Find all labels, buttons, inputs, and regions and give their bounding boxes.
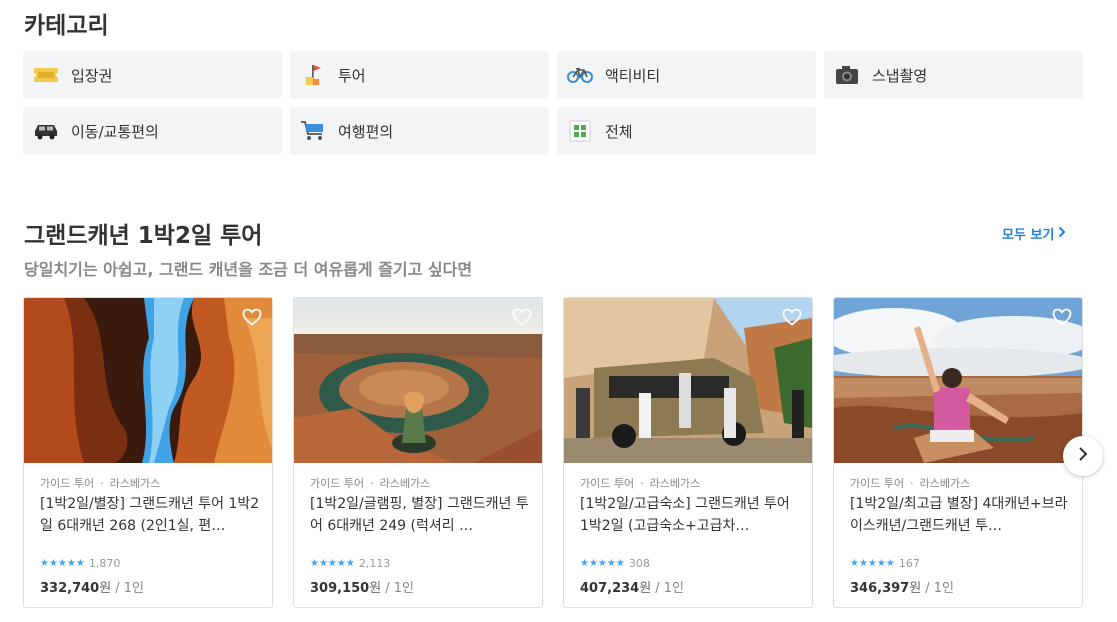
product-card[interactable]: 가이드 투어 · 라스베가스 [1박2일/고급숙소] 그랜드캐년 투어 1박2일 (… xyxy=(563,297,813,608)
product-image-van-group xyxy=(564,298,812,463)
bicycle-icon xyxy=(567,62,593,88)
category-tour[interactable]: 투어 xyxy=(290,51,549,99)
product-card[interactable]: 가이드 투어 · 라스베가스 [1박2일/별장] 그랜드캐년 투어 1박2일 6대캐… xyxy=(23,297,273,608)
chevron-right-icon xyxy=(1058,226,1066,242)
star-rating-icon: ★★★★★ xyxy=(850,558,895,569)
product-price: 407,234원/ 1인 xyxy=(580,581,684,596)
product-title: [1박2일/최고급 별장] 4대캐년+브라이스캐년/그랜드캐년 투… xyxy=(850,496,1068,534)
tour-section-subtitle: 당일치기는 아쉽고, 그랜드 캐년을 조금 더 여유롭게 즐기고 싶다면 xyxy=(24,260,473,279)
category-activity[interactable]: 액티비티 xyxy=(557,51,816,99)
product-meta: 가이드 투어 · 라스베가스 xyxy=(310,477,431,490)
product-card[interactable]: 가이드 투어 · 라스베가스 [1박2일/글램핑, 별장] 그랜드캐년 투어 6대캐… xyxy=(293,297,543,608)
ticket-icon xyxy=(33,62,59,88)
flag-icon xyxy=(300,62,326,88)
tour-section-title: 그랜드캐년 1박2일 투어 xyxy=(24,223,263,249)
category-label: 여행편의 xyxy=(338,122,394,141)
wishlist-heart-icon[interactable] xyxy=(242,308,262,326)
category-label: 입장권 xyxy=(71,66,113,85)
product-rating: ★★★★★ 2,113 xyxy=(310,557,391,570)
category-ticket[interactable]: 입장권 xyxy=(23,51,282,99)
product-meta: 가이드 투어 · 라스베가스 xyxy=(850,477,971,490)
star-rating-icon: ★★★★★ xyxy=(40,558,85,569)
category-label: 스냅촬영 xyxy=(872,66,928,85)
category-label: 전체 xyxy=(605,122,633,141)
star-rating-icon: ★★★★★ xyxy=(580,558,625,569)
product-image-canyon-woman xyxy=(834,298,1082,463)
product-price: 332,740원/ 1인 xyxy=(40,581,144,596)
product-card[interactable]: 가이드 투어 · 라스베가스 [1박2일/최고급 별장] 4대캐년+브라이스캐년/그… xyxy=(833,297,1083,608)
product-price: 346,397원/ 1인 xyxy=(850,581,954,596)
product-image-horseshoe-bend xyxy=(294,298,542,463)
cart-icon xyxy=(300,118,326,144)
product-meta: 가이드 투어 · 라스베가스 xyxy=(40,477,161,490)
category-snap[interactable]: 스냅촬영 xyxy=(824,51,1083,99)
product-rating: ★★★★★ 167 xyxy=(850,557,920,570)
product-image-antelope-canyon xyxy=(24,298,272,463)
carousel-next-button[interactable] xyxy=(1063,436,1103,476)
star-rating-icon: ★★★★★ xyxy=(310,558,355,569)
category-all[interactable]: 전체 xyxy=(557,107,816,155)
product-title: [1박2일/글램핑, 별장] 그랜드캐년 투어 6대캐년 249 (럭셔리 … xyxy=(310,496,529,534)
category-transport[interactable]: 이동/교통편의 xyxy=(23,107,282,155)
see-all-link[interactable]: 모두 보기 xyxy=(1002,224,1066,243)
wishlist-heart-icon[interactable] xyxy=(512,308,532,326)
product-title: [1박2일/고급숙소] 그랜드캐년 투어 1박2일 (고급숙소+고급차… xyxy=(580,496,790,534)
grid-icon xyxy=(567,118,593,144)
product-rating: ★★★★★ 1,870 xyxy=(40,557,121,570)
see-all-label: 모두 보기 xyxy=(1002,228,1055,243)
wishlist-heart-icon[interactable] xyxy=(782,308,802,326)
categories-title: 카테고리 xyxy=(24,13,109,39)
category-label: 이동/교통편의 xyxy=(71,122,159,141)
camera-icon xyxy=(834,62,860,88)
car-icon xyxy=(33,118,59,144)
product-rating: ★★★★★ 308 xyxy=(580,557,650,570)
category-label: 투어 xyxy=(338,66,366,85)
product-price: 309,150원/ 1인 xyxy=(310,581,414,596)
category-label: 액티비티 xyxy=(605,66,661,85)
product-meta: 가이드 투어 · 라스베가스 xyxy=(580,477,701,490)
wishlist-heart-icon[interactable] xyxy=(1052,308,1072,326)
product-title: [1박2일/별장] 그랜드캐년 투어 1박2일 6대캐년 268 (2인1실, … xyxy=(40,496,260,534)
chevron-right-icon xyxy=(1078,446,1088,466)
category-convenience[interactable]: 여행편의 xyxy=(290,107,549,155)
